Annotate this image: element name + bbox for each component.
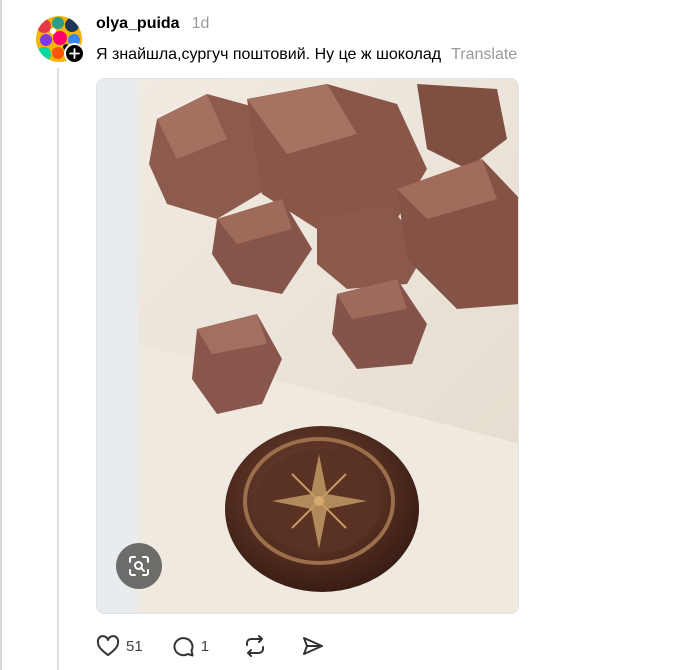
chocolate-photo — [97, 79, 518, 613]
action-bar: 51 1 — [96, 633, 325, 659]
left-border — [0, 0, 2, 670]
post-image[interactable] — [96, 78, 519, 614]
post-body: Я знайшла,сургуч поштовий. Ну це ж шокол… — [96, 46, 442, 63]
send-icon — [303, 637, 324, 655]
follow-button[interactable] — [64, 43, 85, 64]
repost-icon — [246, 635, 265, 657]
reply-button[interactable]: 1 — [171, 635, 209, 657]
reply-count: 1 — [200, 637, 210, 655]
translate-link[interactable]: Translate — [451, 46, 517, 63]
plus-icon — [69, 48, 80, 59]
heart-icon — [96, 635, 120, 656]
like-count: 51 — [126, 637, 143, 655]
visual-search-icon — [129, 556, 149, 576]
like-button[interactable]: 51 — [96, 635, 143, 657]
share-button[interactable] — [301, 635, 325, 657]
thread-line — [57, 68, 59, 670]
timestamp[interactable]: 1d — [192, 15, 210, 33]
visual-search-button[interactable] — [116, 543, 162, 589]
post-header: olya_puida 1d — [96, 15, 209, 35]
speech-bubble-icon — [173, 637, 194, 657]
post-text: Я знайшла,сургуч поштовий. Ну це ж шокол… — [96, 46, 517, 64]
username[interactable]: olya_puida — [96, 15, 180, 33]
repost-button[interactable] — [243, 635, 267, 657]
